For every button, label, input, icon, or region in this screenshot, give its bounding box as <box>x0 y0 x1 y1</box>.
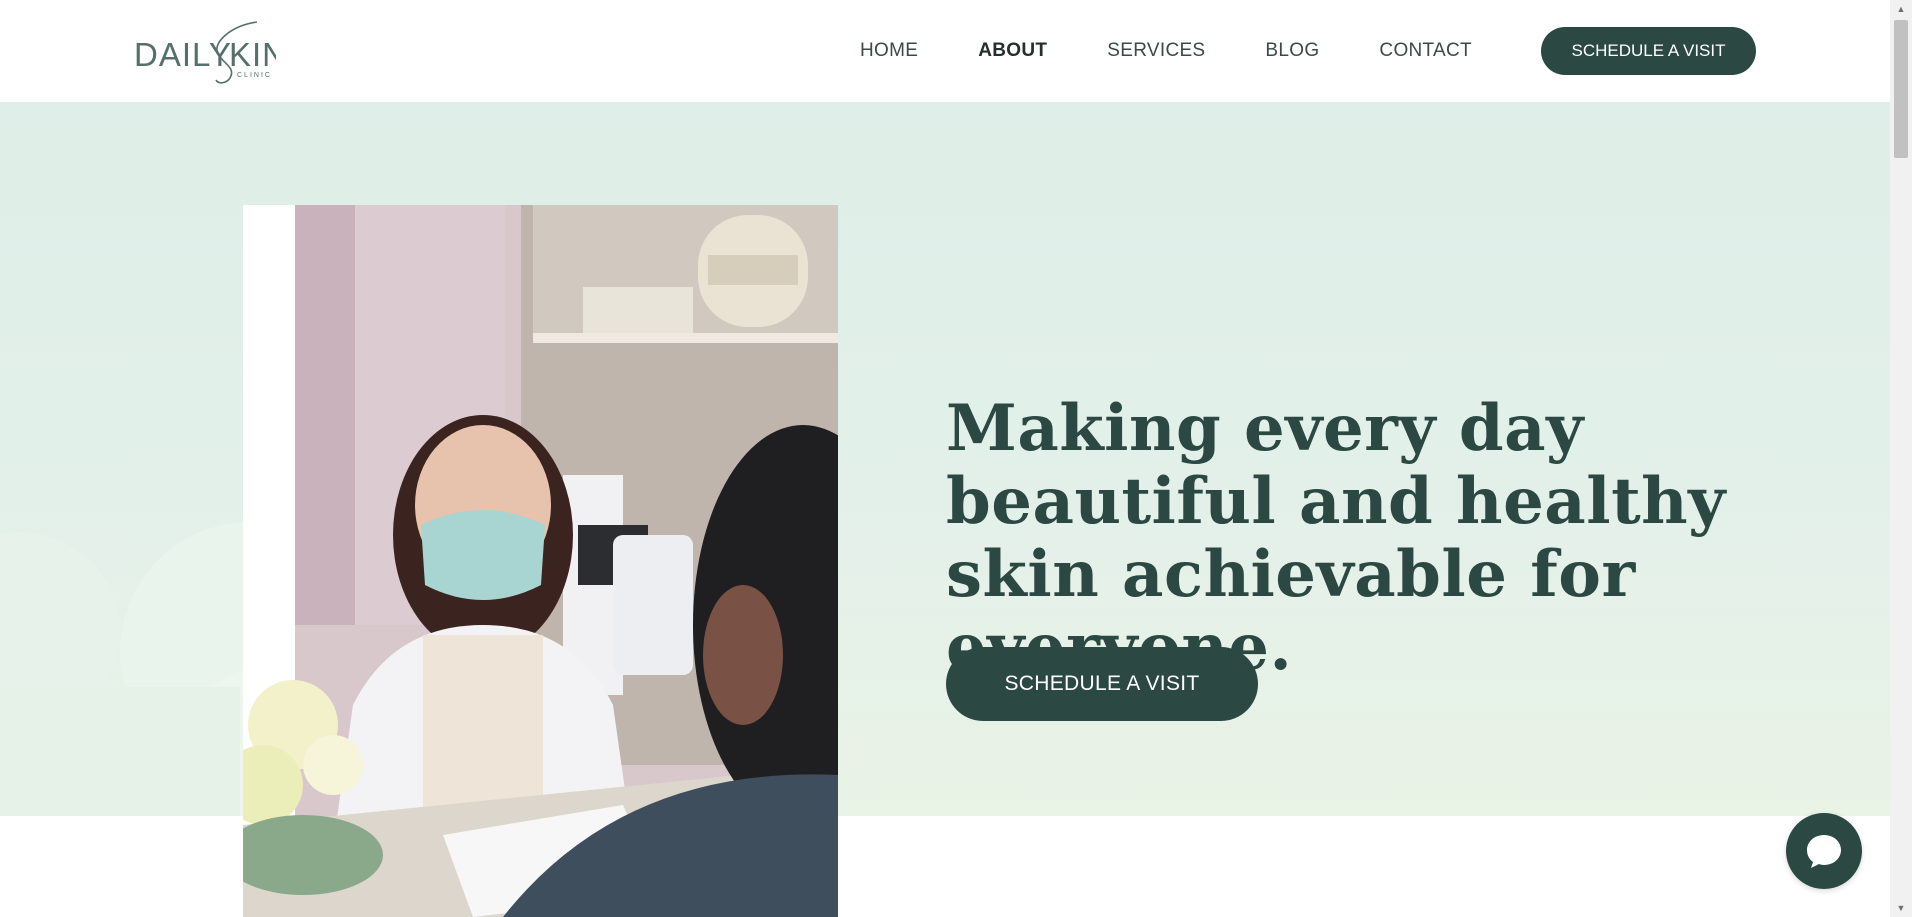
site-header: DAILY KIN CLINIC HOME ABOUT SERVICES BLO… <box>0 0 1890 102</box>
nav-services[interactable]: SERVICES <box>1107 40 1205 62</box>
decorative-band <box>0 687 240 816</box>
svg-text:DAILY: DAILY <box>134 36 232 73</box>
hero-headline: Making every day beautiful and healthy s… <box>946 391 1726 684</box>
scroll-up-arrow-icon[interactable]: ▲ <box>1890 0 1912 18</box>
nav-blog[interactable]: BLOG <box>1265 40 1319 62</box>
header-schedule-visit-button[interactable]: SCHEDULE A VISIT <box>1541 27 1756 75</box>
nav-home[interactable]: HOME <box>860 40 918 62</box>
hero-schedule-visit-button[interactable]: SCHEDULE A VISIT <box>946 647 1258 721</box>
nav-contact[interactable]: CONTACT <box>1379 40 1472 62</box>
chat-button[interactable] <box>1786 813 1862 889</box>
nav-about[interactable]: ABOUT <box>978 40 1047 62</box>
svg-text:CLINIC: CLINIC <box>237 72 272 79</box>
scrollbar-thumb[interactable] <box>1894 20 1908 158</box>
scroll-down-arrow-icon[interactable]: ▼ <box>1890 899 1912 917</box>
main-nav: HOME ABOUT SERVICES BLOG CONTACT <box>860 0 1532 102</box>
logo-icon: DAILY KIN CLINIC <box>134 21 276 84</box>
hero-photo-doctor-consultation <box>243 205 838 917</box>
logo[interactable]: DAILY KIN CLINIC <box>134 18 276 84</box>
svg-text:KIN: KIN <box>229 36 276 73</box>
chat-bubble-icon <box>1807 835 1841 868</box>
page-scrollbar[interactable]: ▲ ▼ <box>1890 0 1912 917</box>
